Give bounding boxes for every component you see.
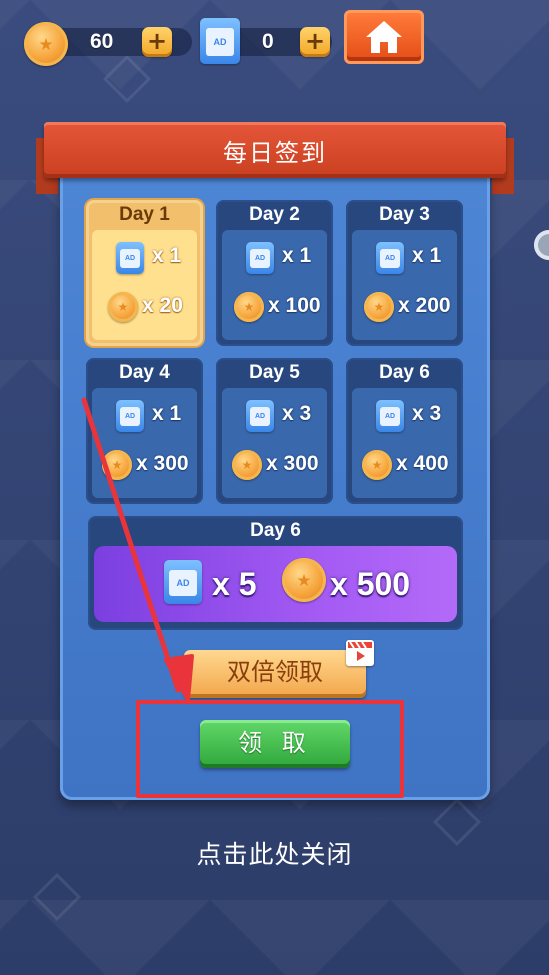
annotation-arrow (81, 397, 194, 702)
close-hint[interactable]: 点击此处关闭 (0, 835, 549, 871)
